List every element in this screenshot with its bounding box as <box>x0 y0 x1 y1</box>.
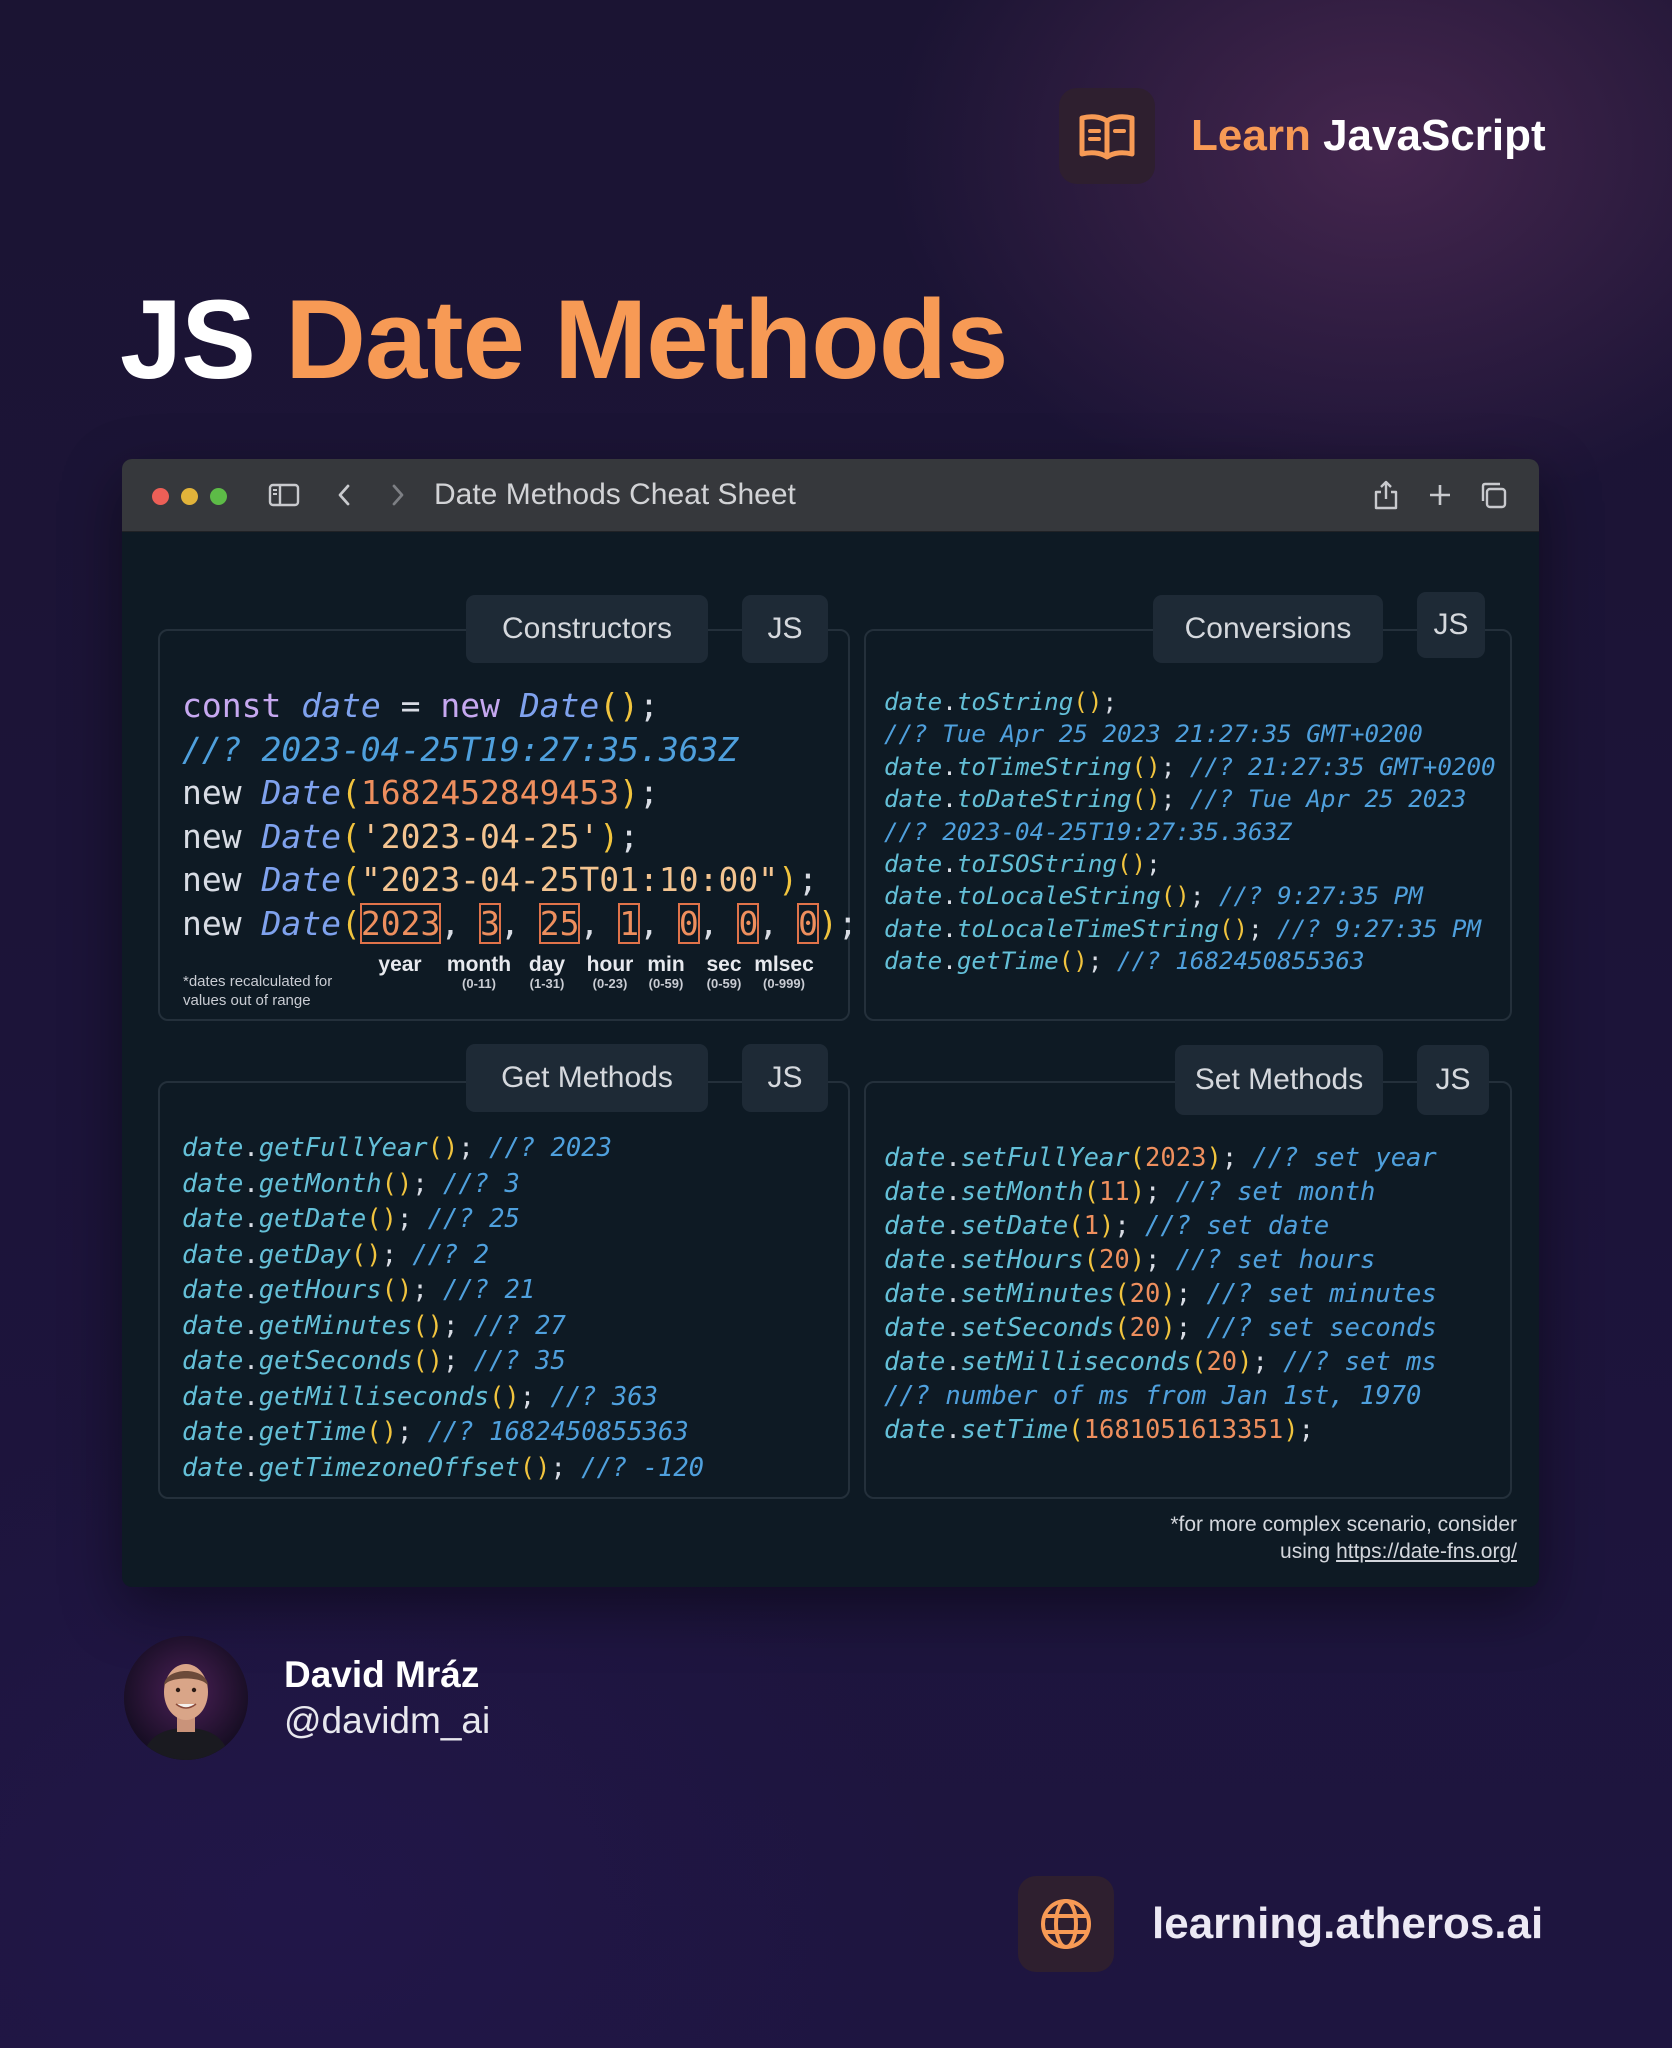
get-methods-code: date.getFullYear(); //? 2023 date.getMont… <box>182 1131 704 1486</box>
browser-window: Date Methods Cheat Sheet Constructors JS… <box>122 459 1539 1587</box>
mlsec-label: mlsec (0-999) <box>754 953 814 992</box>
constructors-code: const date = new Date(); //? 2023-04-25T1… <box>182 684 858 945</box>
conversions-code: date.toString(); //? Tue Apr 25 2023 21:2… <box>884 686 1496 978</box>
lang-badge: JS <box>742 595 828 663</box>
code-line: //? 2023-04-25T19:27:35.363Z <box>884 817 1292 846</box>
author-handle[interactable]: @davidm_ai <box>284 1698 490 1744</box>
tab-constructors: Constructors <box>466 595 708 663</box>
footnote: *for more complex scenario, consider usi… <box>1170 1513 1517 1563</box>
share-icon[interactable] <box>1368 477 1404 513</box>
new-tab-icon[interactable] <box>1422 477 1458 513</box>
tab-get-methods: Get Methods <box>466 1044 708 1112</box>
tabs-overview-icon[interactable] <box>1476 477 1512 513</box>
code-line: date.getMinutes(); //? 27 <box>182 1310 566 1341</box>
zoom-window-button[interactable] <box>210 488 227 505</box>
month-label: month (0-11) <box>446 953 512 992</box>
code-line: date.toString(); <box>884 688 1117 716</box>
sec-label: sec (0-59) <box>706 953 742 992</box>
lang-badge: JS <box>1417 1045 1489 1115</box>
code-line: date.setMinutes(20); //? set minutes <box>884 1279 1437 1309</box>
avatar <box>124 1636 248 1760</box>
window-title: Date Methods Cheat Sheet <box>434 478 796 511</box>
code-line: date.getDate(); //? 25 <box>182 1204 520 1234</box>
lang-badge: JS <box>742 1044 828 1112</box>
globe-icon <box>1018 1876 1114 1972</box>
year-label: year <box>378 953 422 976</box>
sidebar-toggle-icon[interactable] <box>266 477 302 513</box>
code-line: date.getFullYear(); //? 2023 <box>182 1133 612 1163</box>
brand: Learn JavaScript <box>1059 88 1546 184</box>
code-line: date.toTimeString(); //? 21:27:35 GMT+02… <box>884 752 1496 781</box>
tab-conversions: Conversions <box>1153 595 1383 663</box>
tab-set-methods: Set Methods <box>1175 1045 1383 1115</box>
code-line: //? Tue Apr 25 2023 21:27:35 GMT+0200 <box>884 720 1423 749</box>
author-name: David Mráz <box>284 1654 480 1695</box>
window-titlebar: Date Methods Cheat Sheet <box>122 459 1539 532</box>
recalc-note: *dates recalculated for values out of ran… <box>183 973 333 1009</box>
site-link[interactable]: learning.atheros.ai <box>1018 1876 1543 1972</box>
lang-badge: JS <box>1417 592 1485 658</box>
chevron-right-icon[interactable] <box>380 477 416 513</box>
code-line: date.toDateString(); //? Tue Apr 25 2023 <box>884 785 1467 814</box>
code-line: date.getSeconds(); //? 35 <box>182 1346 566 1376</box>
code-line: date.setMonth(11); //? set month <box>884 1177 1376 1207</box>
author-info: David Mráz @davidm_ai <box>284 1652 490 1744</box>
code-line: date.toLocaleString(); //? 9:27:35 PM <box>884 882 1423 911</box>
code-line: new Date('2023-04-25'); <box>182 816 640 856</box>
code-line: date.getDay(); //? 2 <box>182 1239 490 1270</box>
page-title: JS Date Methods <box>120 277 1008 402</box>
book-icon <box>1059 88 1155 184</box>
code-line: date.setHours(20); //? set hours <box>884 1245 1376 1275</box>
site-url[interactable]: learning.atheros.ai <box>1152 1899 1543 1949</box>
code-line: new Date("2023-04-25T01:10:00"); <box>182 860 818 899</box>
code-line: date.setFullYear(2023); //? set year <box>884 1143 1437 1173</box>
code-line: date.getMonth(); //? 3 <box>182 1168 520 1199</box>
code-line: date.getHours(); //? 21 <box>182 1275 536 1305</box>
min-label: min (0-59) <box>647 953 685 992</box>
code-line: date.getTime(); //? 1682450855363 <box>884 947 1365 976</box>
hour-label: hour (0-23) <box>586 953 634 992</box>
code-line: date.getMilliseconds(); //? 363 <box>182 1381 658 1412</box>
code-line: date.setMilliseconds(20); //? set ms <box>884 1347 1437 1377</box>
minimize-window-button[interactable] <box>181 488 198 505</box>
code-line: new Date(2023, 3, 25, 1, 0, 0, 0); <box>182 902 858 944</box>
code-line: date.setDate(1); //? set date <box>884 1211 1330 1241</box>
code-line: const date = new Date(); <box>182 686 659 725</box>
code-line: //? number of ms from Jan 1st, 1970 <box>884 1381 1422 1411</box>
code-line: new Date(1682452849453); <box>182 773 659 812</box>
chevron-left-icon[interactable] <box>326 477 362 513</box>
day-label: day (1-31) <box>528 953 566 992</box>
code-line: date.getTime(); //? 1682450855363 <box>182 1417 689 1447</box>
close-window-button[interactable] <box>152 488 169 505</box>
code-line: date.toISOString(); <box>884 850 1161 879</box>
code-line: date.setSeconds(20); //? set seconds <box>884 1313 1437 1343</box>
code-line: //? 2023-04-25T19:27:35.363Z <box>182 729 739 769</box>
date-fns-link[interactable]: https://date-fns.org/ <box>1336 1540 1517 1563</box>
code-line: date.setTime(1681051613351); <box>884 1415 1314 1445</box>
code-line: date.getTimezoneOffset(); //? -120 <box>182 1452 705 1483</box>
code-line: date.toLocaleTimeString(); //? 9:27:35 P… <box>884 914 1482 943</box>
brand-name: Learn JavaScript <box>1191 111 1546 160</box>
set-methods-code: date.setFullYear(2023); //? set year date… <box>884 1141 1437 1447</box>
